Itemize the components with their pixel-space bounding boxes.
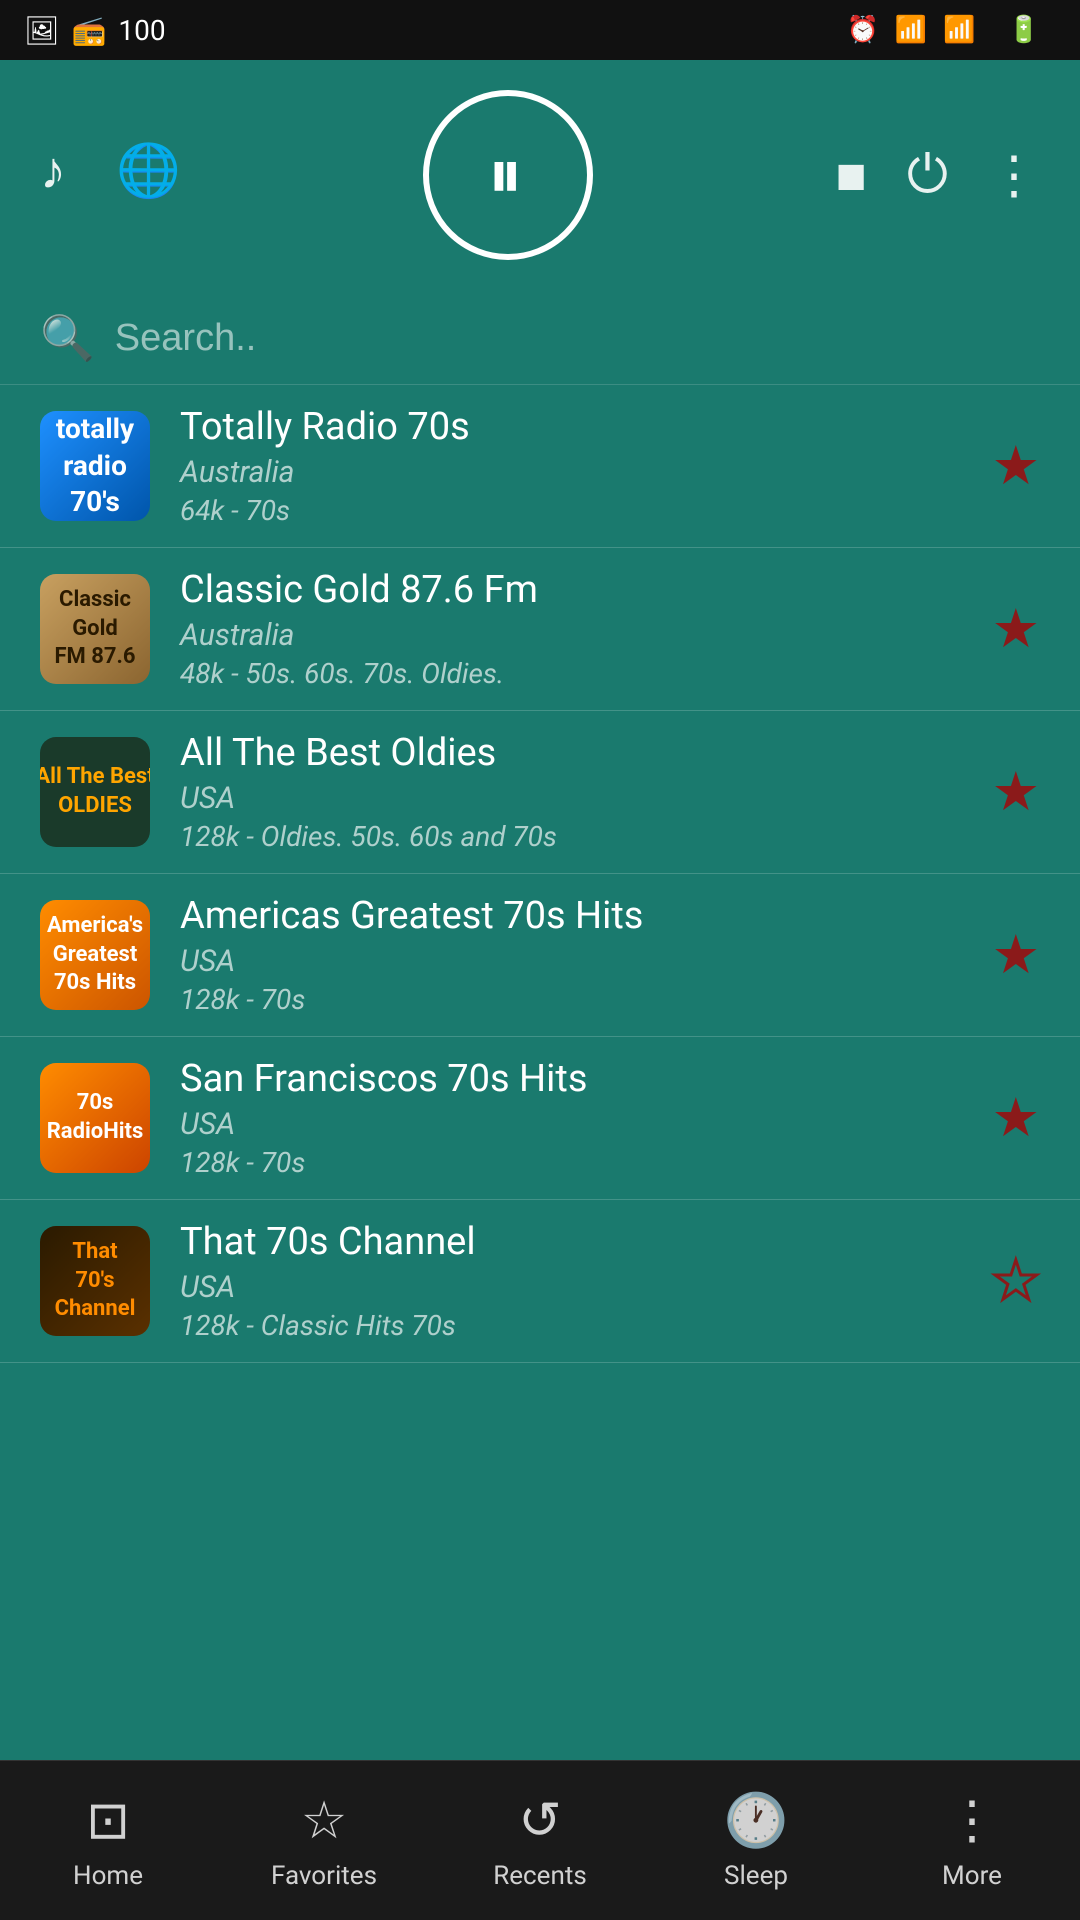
station-item[interactable]: America's Greatest 70s Hits Americas Grea… [0, 874, 1080, 1037]
player-header: ♪ 🌐 ⏸ ■ ⏻ ⋮ [0, 60, 1080, 296]
station-meta: 128k - Classic Hits 70s [180, 1309, 962, 1342]
sleep-nav-label: Sleep [724, 1861, 788, 1891]
bottom-nav: ⊡ Home ☆ Favorites ↺ Recents 🕐 Sleep ⋮ More [0, 1760, 1080, 1920]
recents-nav-label: Recents [493, 1861, 587, 1891]
wifi-icon: 📶 [895, 15, 927, 45]
search-bar: 🔍 [0, 296, 1080, 385]
radio-icon: 📻 [72, 14, 107, 47]
status-count: 100 [118, 14, 165, 47]
search-input[interactable] [115, 317, 1040, 360]
station-meta: 128k - Oldies. 50s. 60s and 70s [180, 820, 962, 853]
station-meta: 128k - 70s [180, 1146, 962, 1179]
share-button[interactable]: ⋮ [988, 145, 1040, 206]
pause-button[interactable]: ⏸ [423, 90, 593, 260]
station-info: San Franciscos 70s Hits USA 128k - 70s [180, 1057, 962, 1179]
station-country: USA [180, 1270, 962, 1305]
signal-icon: 📶 [943, 15, 975, 45]
station-info: All The Best Oldies USA 128k - Oldies. 50s… [180, 731, 962, 853]
alarm-icon: ⏰ [847, 15, 879, 45]
station-meta: 48k - 50s. 60s. 70s. Oldies. [180, 657, 962, 690]
favorites-nav-label: Favorites [271, 1861, 377, 1891]
station-item[interactable]: All The Best OLDIES All The Best Oldies US… [0, 711, 1080, 874]
station-logo: All The Best OLDIES [40, 737, 150, 847]
photo-icon: 🖼 [24, 14, 60, 47]
stop-button[interactable]: ■ [835, 145, 866, 206]
station-logo: America's Greatest 70s Hits [40, 900, 150, 1010]
station-item[interactable]: totally radio 70's Totally Radio 70s Austr… [0, 385, 1080, 548]
left-icons: ♪ 🌐 [40, 140, 181, 201]
station-logo: Classic Gold FM 87.6 [40, 574, 150, 684]
station-country: USA [180, 944, 962, 979]
nav-item-more[interactable]: ⋮ More [864, 1790, 1080, 1891]
station-country: Australia [180, 618, 962, 653]
nav-item-sleep[interactable]: 🕐 Sleep [648, 1790, 864, 1891]
station-logo: totally radio 70's [40, 411, 150, 521]
station-name: Totally Radio 70s [180, 405, 962, 449]
power-button[interactable]: ⏻ [907, 144, 948, 206]
station-name: That 70s Channel [180, 1220, 962, 1264]
music-icon[interactable]: ♪ [40, 140, 66, 201]
pause-icon: ⏸ [488, 134, 529, 216]
station-country: Australia [180, 455, 962, 490]
favorite-star[interactable]: ★ [992, 597, 1040, 661]
favorite-star[interactable]: ★ [992, 1086, 1040, 1150]
battery-icon: 🔋 [1008, 15, 1040, 45]
recents-nav-icon: ↺ [518, 1790, 562, 1851]
home-nav-label: Home [73, 1861, 143, 1891]
station-item[interactable]: 70s RadioHits San Franciscos 70s Hits USA 1… [0, 1037, 1080, 1200]
station-name: All The Best Oldies [180, 731, 962, 775]
status-bar: 🖼 📻 100 ⏰ 📶 📶 🔋 [0, 0, 1080, 60]
station-info: Americas Greatest 70s Hits USA 128k - 70s [180, 894, 962, 1016]
station-country: USA [180, 1107, 962, 1142]
station-country: USA [180, 781, 962, 816]
station-logo: That 70's Channel [40, 1226, 150, 1336]
nav-item-home[interactable]: ⊡ Home [0, 1790, 216, 1891]
station-item[interactable]: Classic Gold FM 87.6 Classic Gold 87.6 Fm… [0, 548, 1080, 711]
globe-icon[interactable]: 🌐 [116, 140, 181, 201]
station-info: Totally Radio 70s Australia 64k - 70s [180, 405, 962, 527]
station-name: Americas Greatest 70s Hits [180, 894, 962, 938]
left-controls: ♪ 🌐 [40, 140, 181, 211]
main-content: ♪ 🌐 ⏸ ■ ⏻ ⋮ 🔍 totally radio 70'sTotally [0, 60, 1080, 1760]
more-nav-icon: ⋮ [946, 1790, 998, 1851]
station-meta: 128k - 70s [180, 983, 962, 1016]
controls-row: ♪ 🌐 ⏸ ■ ⏻ ⋮ [40, 90, 1040, 260]
now-playing-title [40, 260, 1040, 276]
station-meta: 64k - 70s [180, 494, 962, 527]
nav-item-recents[interactable]: ↺ Recents [432, 1790, 648, 1891]
favorite-star[interactable]: ★ [992, 923, 1040, 987]
favorite-star[interactable]: ★ [992, 434, 1040, 498]
station-logo: 70s RadioHits [40, 1063, 150, 1173]
status-right: ⏰ 📶 📶 🔋 [847, 15, 1057, 45]
favorites-nav-icon: ☆ [301, 1790, 348, 1851]
favorite-star[interactable]: ★ [992, 760, 1040, 824]
sleep-nav-icon: 🕐 [724, 1790, 789, 1851]
station-item[interactable]: That 70's Channel That 70s Channel USA 128k… [0, 1200, 1080, 1363]
home-nav-icon: ⊡ [86, 1790, 130, 1851]
station-name: Classic Gold 87.6 Fm [180, 568, 962, 612]
station-info: That 70s Channel USA 128k - Classic Hits 7… [180, 1220, 962, 1342]
status-left: 🖼 📻 100 [24, 14, 166, 47]
search-inner: 🔍 [40, 312, 1040, 364]
right-controls: ■ ⏻ ⋮ [835, 144, 1040, 206]
more-nav-label: More [942, 1861, 1002, 1891]
search-icon: 🔍 [40, 312, 95, 364]
station-info: Classic Gold 87.6 Fm Australia 48k - 50s. … [180, 568, 962, 690]
station-list: totally radio 70's Totally Radio 70s Austr… [0, 385, 1080, 1760]
station-name: San Franciscos 70s Hits [180, 1057, 962, 1101]
favorite-star[interactable]: ★ [992, 1249, 1040, 1313]
nav-item-favorites[interactable]: ☆ Favorites [216, 1790, 432, 1891]
